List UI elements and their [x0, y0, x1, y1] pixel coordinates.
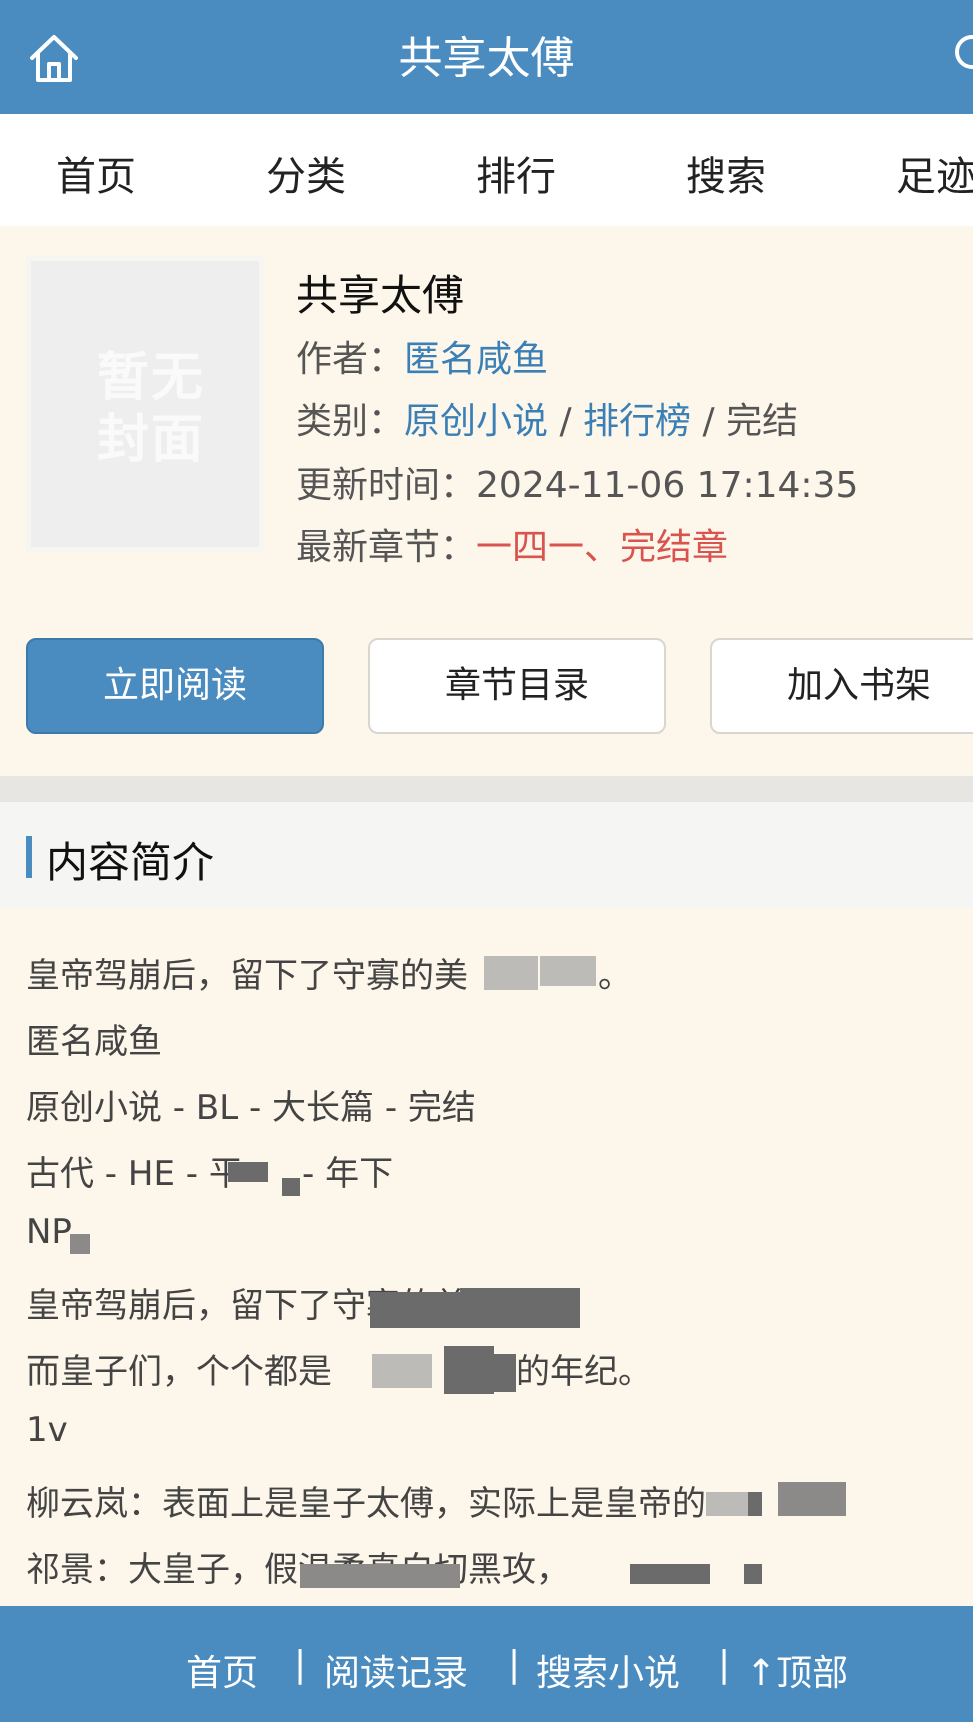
intro-line: 而皇子们，个个都是	[26, 1352, 332, 1392]
redaction	[444, 1346, 494, 1394]
redaction	[494, 1354, 516, 1392]
intro-line-tail: 。	[598, 956, 632, 996]
intro-line: 柳云岚：表面上是皇子太傅，实际上是皇帝的	[26, 1484, 706, 1524]
nav-history[interactable]: 足迹	[896, 144, 973, 202]
updated-row: 更新时间：2024-11-06 17:14:35	[296, 456, 858, 508]
category-sep: /	[548, 401, 584, 442]
intro-line: 皇帝驾崩后，留下了守寡的美	[26, 956, 468, 996]
book-info: 暂无封面 共享太傅 作者：匿名咸鱼 类别：原创小说 / 排行榜 / 完结 更新时…	[0, 226, 973, 776]
read-now-button[interactable]: 立即阅读	[26, 638, 324, 734]
footer-separator: |	[294, 1644, 307, 1685]
ranking-link[interactable]: 排行榜	[583, 401, 691, 442]
updated-time: 2024-11-06 17:14:35	[476, 465, 859, 506]
redaction	[372, 1354, 432, 1388]
footer-search-link[interactable]: 搜索小说	[536, 1644, 680, 1696]
intro-line-tail: - 年下	[302, 1154, 394, 1194]
cover-placeholder-text: 暂无封面	[96, 348, 205, 470]
intro-line-tail: 的年纪。	[516, 1352, 652, 1392]
latest-label: 最新章节：	[296, 527, 477, 568]
latest-chapter-link[interactable]: 一四一、完结章	[476, 527, 728, 568]
nav-category[interactable]: 分类	[266, 144, 346, 202]
chapter-list-button[interactable]: 章节目录	[368, 638, 666, 734]
book-title: 共享太傅	[296, 271, 465, 320]
redaction	[228, 1162, 268, 1182]
top-bar: 共享太傅	[0, 0, 973, 114]
intro-line: 匿名咸鱼	[26, 1022, 162, 1062]
intro-line: 古代 - HE - 平	[26, 1154, 243, 1194]
redaction	[630, 1564, 710, 1584]
category-link[interactable]: 原创小说	[404, 401, 548, 442]
nav-ranking[interactable]: 排行	[476, 144, 556, 202]
footer-top-link[interactable]: ↑顶部	[746, 1644, 848, 1696]
category-label: 类别：	[296, 401, 405, 442]
book-cover: 暂无封面	[26, 256, 264, 552]
intro-line: 祁景：大皇子，假温柔真白切黑攻，	[26, 1550, 570, 1590]
main-nav: 首页 分类 排行 搜索 足迹	[0, 114, 973, 226]
category-row: 类别：原创小说 / 排行榜 / 完结	[296, 392, 798, 444]
footer-separator: |	[508, 1644, 521, 1685]
section-divider	[0, 776, 973, 802]
latest-chapter-row: 最新章节：一四一、完结章	[296, 518, 728, 570]
author-row: 作者：匿名咸鱼	[296, 330, 548, 382]
redaction	[706, 1492, 748, 1516]
footer-history-link[interactable]: 阅读记录	[324, 1644, 468, 1696]
redaction	[744, 1564, 762, 1584]
nav-search[interactable]: 搜索	[686, 144, 766, 202]
intro-content: 皇帝驾崩后，留下了守寡的美 。 匿名咸鱼 原创小说 - BL - 大长篇 - 完…	[0, 908, 973, 1606]
redaction	[460, 1288, 580, 1328]
redaction	[282, 1178, 300, 1196]
intro-line: 1v	[26, 1410, 68, 1450]
redaction	[70, 1234, 90, 1254]
updated-label: 更新时间：	[296, 465, 477, 506]
add-to-shelf-button[interactable]: 加入书架	[710, 638, 973, 734]
intro-line: 原创小说 - BL - 大长篇 - 完结	[26, 1088, 476, 1128]
redaction	[540, 956, 596, 986]
redaction	[300, 1564, 460, 1588]
redaction	[748, 1492, 762, 1516]
status-text: / 完结	[691, 401, 799, 442]
heading-accent-bar	[26, 836, 32, 878]
footer-separator: |	[718, 1644, 731, 1685]
intro-header: 内容简介	[0, 802, 973, 908]
intro-line: NP	[26, 1212, 72, 1252]
nav-home[interactable]: 首页	[56, 144, 136, 202]
redaction	[484, 956, 538, 990]
intro-heading: 内容简介	[46, 838, 215, 887]
page-title: 共享太傅	[398, 33, 575, 84]
footer-home-link[interactable]: 首页	[186, 1644, 258, 1696]
search-icon[interactable]	[952, 32, 973, 80]
author-label: 作者：	[296, 339, 405, 380]
author-link[interactable]: 匿名咸鱼	[404, 339, 548, 380]
bottom-bar: 首页 | 阅读记录 | 搜索小说 | ↑顶部	[0, 1606, 973, 1722]
redaction	[778, 1482, 846, 1516]
